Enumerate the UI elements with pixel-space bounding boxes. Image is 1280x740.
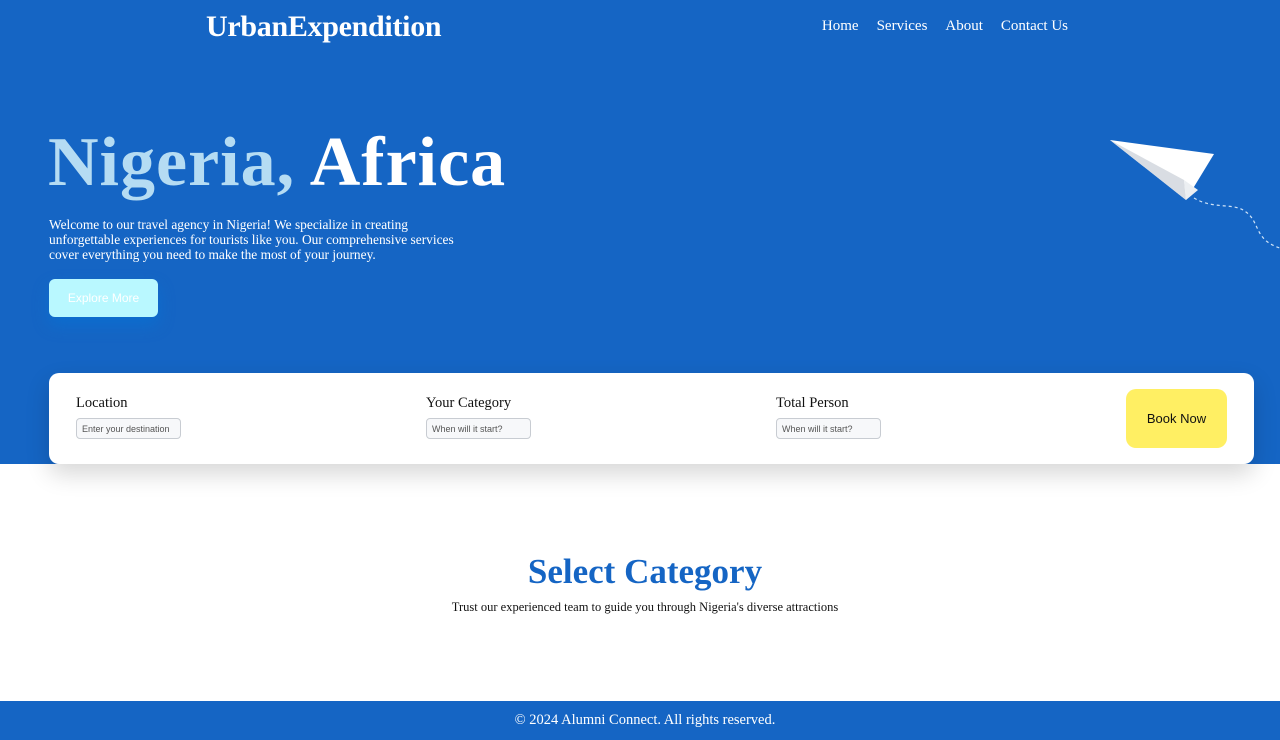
paper-plane-icon bbox=[1110, 140, 1280, 249]
hero-intro: Welcome to our travel agency in Nigeria!… bbox=[49, 217, 454, 262]
hero-title: Nigeria, Africa bbox=[48, 128, 506, 198]
nav-services[interactable]: Services bbox=[877, 18, 928, 35]
main-nav: Home Services About Contact Us bbox=[822, 18, 1068, 35]
location-field-group: Location bbox=[76, 395, 181, 439]
category-field-group: Your Category bbox=[426, 395, 531, 439]
category-label: Your Category bbox=[426, 395, 512, 411]
total-person-field-group: Total Person bbox=[776, 395, 881, 439]
section-subtitle: Trust our experienced team to guide you … bbox=[451, 600, 839, 614]
nav-about[interactable]: About bbox=[945, 18, 983, 35]
total-person-label: Total Person bbox=[776, 395, 849, 411]
book-now-button[interactable]: Book Now bbox=[1126, 389, 1227, 448]
explore-more-button[interactable]: Explore More bbox=[49, 279, 158, 317]
hero-title-country: Nigeria, bbox=[48, 124, 296, 201]
location-label: Location bbox=[76, 395, 128, 411]
footer: © 2024 Alumni Connect. All rights reserv… bbox=[0, 701, 1280, 740]
footer-copyright: © 2024 Alumni Connect. All rights reserv… bbox=[514, 712, 776, 728]
booking-form: Location Your Category Total Person Book… bbox=[49, 373, 1254, 464]
section-title: Select Category bbox=[527, 552, 763, 591]
nav-home[interactable]: Home bbox=[822, 18, 859, 35]
nav-contact-us[interactable]: Contact Us bbox=[1001, 18, 1068, 35]
brand-logo[interactable]: UrbanExpendition bbox=[206, 10, 442, 44]
location-input[interactable] bbox=[76, 418, 181, 439]
category-input[interactable] bbox=[426, 418, 531, 439]
total-person-input[interactable] bbox=[776, 418, 881, 439]
hero-title-continent: Africa bbox=[309, 124, 507, 201]
